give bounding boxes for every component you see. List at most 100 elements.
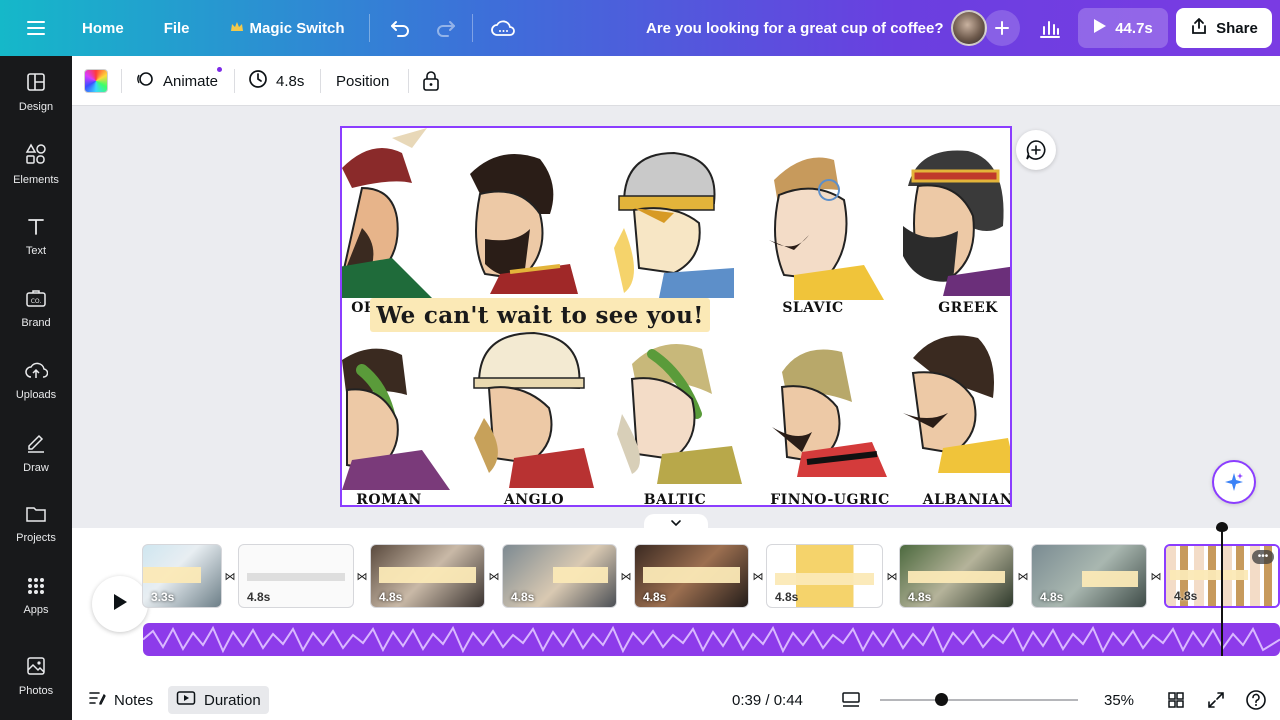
sidebar-item-brand[interactable]: CO. Brand: [0, 276, 72, 340]
help-icon[interactable]: [1244, 688, 1268, 712]
transition-icon[interactable]: ⋈: [487, 569, 501, 583]
grid-view-icon[interactable]: [1164, 688, 1188, 712]
duration-video-icon: [176, 690, 196, 710]
transition-icon[interactable]: ⋈: [619, 569, 633, 583]
file-menu-button[interactable]: File: [154, 10, 200, 46]
zoom-slider-handle[interactable]: [935, 693, 948, 706]
page-view-icon[interactable]: [839, 688, 863, 712]
face-label: SLAVIC: [782, 300, 844, 316]
avatar[interactable]: [951, 10, 987, 46]
timeline-clip[interactable]: 4.8s: [1031, 544, 1147, 608]
face-illustration: [342, 340, 450, 490]
zoom-level[interactable]: 35%: [1104, 686, 1134, 714]
playhead-handle[interactable]: [1216, 522, 1228, 532]
more-options-icon[interactable]: •••: [1252, 550, 1274, 564]
face-illustration: [460, 144, 578, 294]
playhead[interactable]: [1221, 528, 1223, 656]
pen-icon: [25, 431, 47, 456]
clip-duration: 4.8s: [379, 590, 403, 604]
top-header: Home File Magic Switch Are you looking f…: [0, 0, 1280, 56]
position-button[interactable]: Position: [336, 66, 389, 96]
crown-icon: [230, 20, 244, 37]
lock-icon[interactable]: [422, 66, 440, 96]
fullscreen-icon[interactable]: [1204, 688, 1228, 712]
add-comment-icon[interactable]: [1016, 130, 1056, 170]
face-illustration: [898, 328, 1010, 478]
face-illustration: [604, 148, 734, 298]
animate-icon: [135, 69, 155, 93]
transition-icon[interactable]: ⋈: [885, 569, 899, 583]
sidebar-item-elements[interactable]: Elements: [0, 132, 72, 196]
sidebar-item-label: Projects: [16, 531, 56, 544]
timeline-clip[interactable]: 3.3s: [142, 544, 222, 608]
divider: [234, 69, 235, 93]
transition-icon[interactable]: ⋈: [355, 569, 369, 583]
play-duration: 44.7s: [1115, 19, 1153, 37]
clip-duration: 4.8s: [908, 590, 932, 604]
transition-icon[interactable]: ⋈: [1149, 569, 1163, 583]
sidebar-item-draw[interactable]: Draw: [0, 420, 72, 484]
color-picker-swatch[interactable]: [84, 69, 108, 93]
magic-switch-button[interactable]: Magic Switch: [220, 10, 355, 46]
duration-button[interactable]: 4.8s: [248, 66, 304, 96]
undo-icon[interactable]: [380, 10, 420, 46]
zoom-slider-track[interactable]: [880, 699, 1078, 701]
home-button[interactable]: Home: [72, 10, 134, 46]
notes-button[interactable]: Notes: [80, 686, 161, 714]
face-illustration: [762, 342, 887, 492]
animate-button[interactable]: Animate: [135, 66, 218, 96]
divider: [121, 69, 122, 93]
face-label: GREEK: [938, 300, 998, 316]
sidebar-item-projects[interactable]: Projects: [0, 492, 72, 556]
sidebar-item-label: Apps: [23, 603, 49, 616]
sidebar-item-apps[interactable]: Apps: [0, 564, 72, 628]
design-icon: [26, 72, 46, 95]
duration-value: 4.8s: [276, 72, 305, 90]
animate-label: Animate: [163, 72, 219, 90]
face-illustration: [464, 328, 594, 488]
clip-duration: 4.8s: [1174, 589, 1198, 603]
sidebar-item-label: Draw: [23, 461, 49, 474]
magic-assistant-sparkle-icon[interactable]: [1212, 460, 1256, 504]
insights-chart-icon[interactable]: [1030, 8, 1070, 48]
cloud-save-icon[interactable]: [483, 10, 523, 46]
audio-track[interactable]: [143, 623, 1280, 656]
sidebar-item-photos[interactable]: Photos: [0, 644, 72, 708]
invite-plus-icon[interactable]: [984, 10, 1020, 46]
duration-toggle-button[interactable]: Duration: [168, 686, 269, 714]
design-page[interactable]: ORT SLAVIC GREEK ROMAN ANGLO BALTIC FINN…: [340, 126, 1012, 507]
brand-icon: CO.: [25, 288, 47, 311]
sidebar-item-label: Elements: [13, 173, 59, 186]
timeline-clip[interactable]: 4.8s: [766, 544, 883, 608]
timeline-clip[interactable]: 4.8s: [502, 544, 617, 608]
share-button[interactable]: Share: [1176, 8, 1272, 48]
sidebar-item-text[interactable]: Text: [0, 204, 72, 268]
sidebar-item-design[interactable]: Design: [0, 60, 72, 124]
caption-banner[interactable]: We can't wait to see you!: [370, 298, 710, 332]
face-label: ROMAN: [356, 492, 422, 507]
play-icon: [112, 593, 128, 616]
sidebar-item-uploads[interactable]: Uploads: [0, 348, 72, 412]
menu-icon[interactable]: [0, 0, 72, 56]
timeline-clip[interactable]: 4.8s: [634, 544, 749, 608]
clip-duration: 4.8s: [511, 590, 535, 604]
transition-icon[interactable]: ⋈: [1016, 569, 1030, 583]
transition-icon[interactable]: ⋈: [751, 569, 765, 583]
present-play-button[interactable]: 44.7s: [1078, 8, 1168, 48]
sidebar-item-label: Brand: [21, 316, 51, 329]
chevron-down-icon[interactable]: [644, 514, 708, 532]
timeline-clip[interactable]: 4.8s: [238, 544, 354, 608]
clip-caption: [143, 567, 201, 583]
face-label: FINNO-UGRIC: [770, 492, 890, 507]
timeline-play-button[interactable]: [92, 576, 148, 632]
timeline-clip[interactable]: 4.8s: [899, 544, 1014, 608]
document-title[interactable]: Are you looking for a great cup of coffe…: [646, 0, 944, 56]
transition-icon[interactable]: ⋈: [223, 569, 237, 583]
clip-duration: 4.8s: [247, 590, 271, 604]
clip-caption: [643, 567, 740, 583]
clip-duration: 4.8s: [1040, 590, 1064, 604]
redo-icon[interactable]: [426, 10, 466, 46]
timeline-clip[interactable]: 4.8s: [370, 544, 485, 608]
magic-switch-label: Magic Switch: [249, 19, 345, 37]
face-label: BALTIC: [643, 492, 707, 507]
